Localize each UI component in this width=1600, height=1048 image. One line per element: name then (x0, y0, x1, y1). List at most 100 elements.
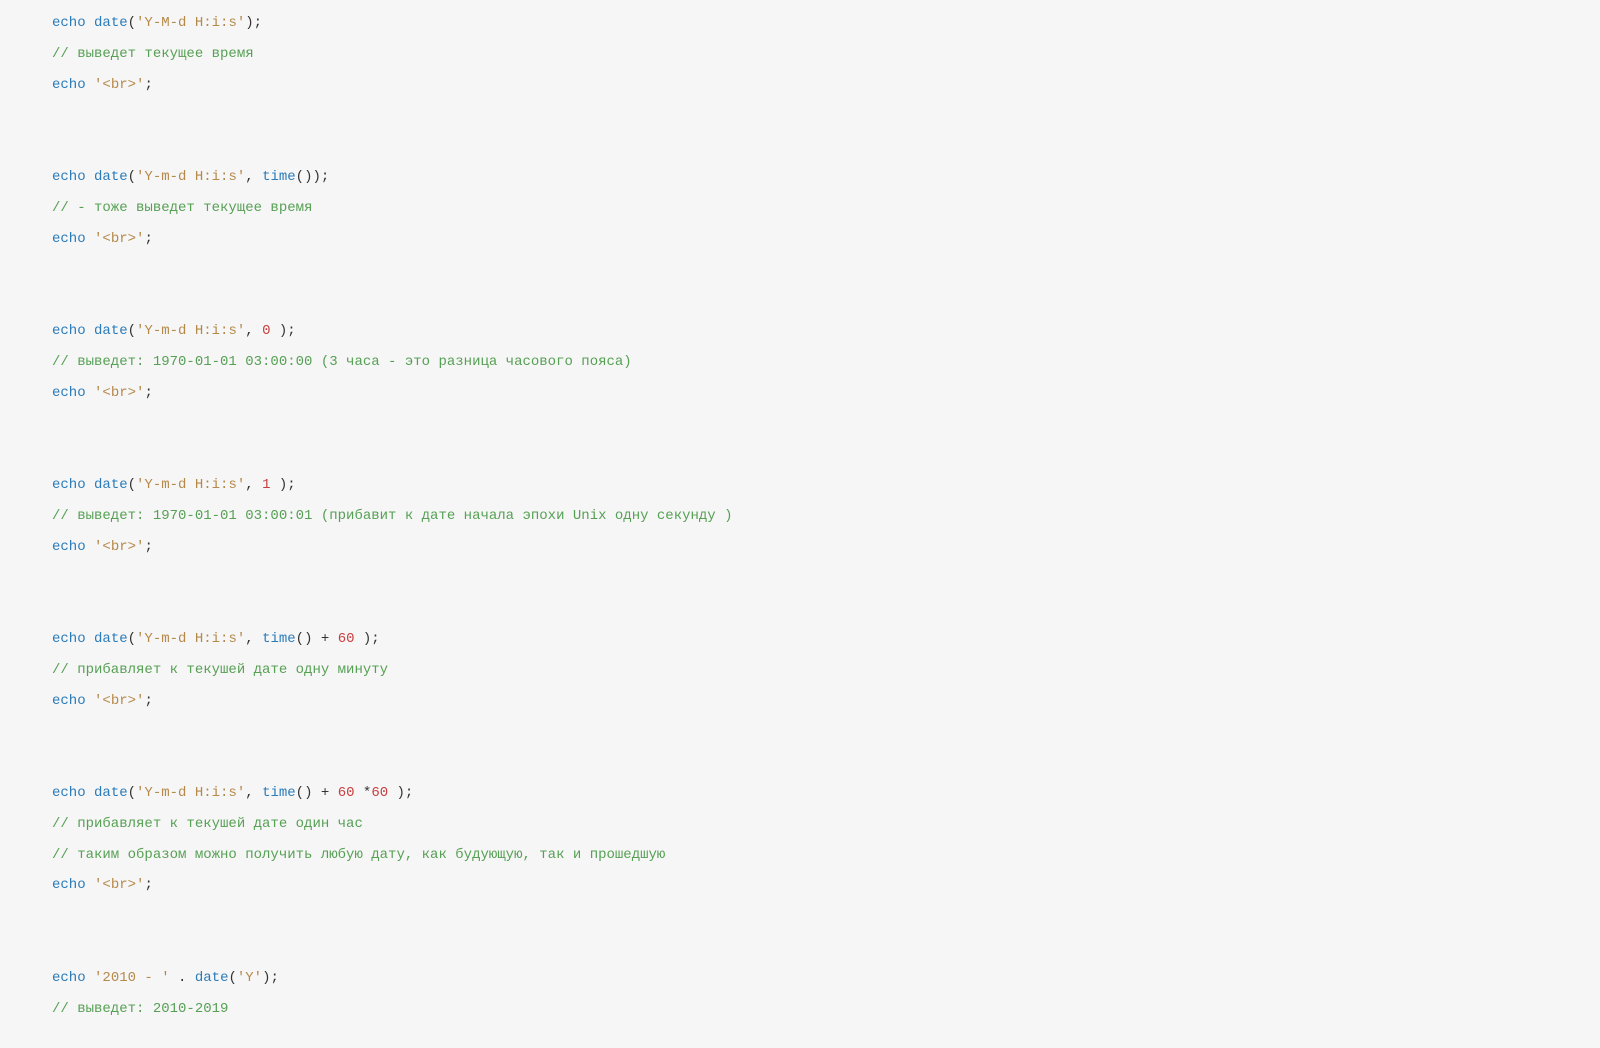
code-token: '<br>' (94, 693, 144, 709)
code-line (52, 254, 1584, 285)
code-token: , (245, 323, 262, 339)
code-token: ( (128, 323, 136, 339)
code-token: time (262, 785, 296, 801)
code-token: '<br>' (94, 231, 144, 247)
code-token (86, 477, 94, 493)
code-token (86, 15, 94, 31)
code-token: , (245, 169, 262, 185)
code-token: echo (52, 77, 86, 93)
code-token (86, 693, 94, 709)
code-line (52, 285, 1584, 316)
code-token: '<br>' (94, 77, 144, 93)
code-token: // выведет: 1970-01-01 03:00:00 (3 часа … (52, 354, 632, 370)
code-token: ; (144, 539, 152, 555)
code-token: ); (355, 631, 380, 647)
code-token (86, 539, 94, 555)
code-token: echo (52, 477, 86, 493)
code-line: // выведет текущее время (52, 39, 1584, 70)
code-token: // выведет текущее время (52, 46, 254, 62)
code-line: echo date('Y-m-d H:i:s', 0 ); (52, 316, 1584, 347)
code-token: ; (144, 77, 152, 93)
code-token (86, 877, 94, 893)
code-token: date (94, 785, 128, 801)
code-line: // выведет: 1970-01-01 03:00:01 (прибави… (52, 501, 1584, 532)
code-token: 'Y-m-d H:i:s' (136, 169, 245, 185)
code-token: 60 (338, 785, 355, 801)
code-line: echo date('Y-m-d H:i:s', time() + 60 ); (52, 624, 1584, 655)
code-line: echo '<br>'; (52, 224, 1584, 255)
code-line: echo '<br>'; (52, 686, 1584, 717)
code-token: ( (128, 169, 136, 185)
code-token: // выведет: 2010-2019 (52, 1001, 228, 1017)
code-line: echo date('Y-m-d H:i:s', time() + 60 *60… (52, 778, 1584, 809)
code-token: date (94, 15, 128, 31)
code-line: echo '2010 - ' . date('Y'); (52, 963, 1584, 994)
code-block: echo date('Y-M-d H:i:s');// выведет теку… (0, 0, 1600, 1048)
code-token: , (245, 631, 262, 647)
code-token: () + (296, 785, 338, 801)
code-token: 'Y-m-d H:i:s' (136, 477, 245, 493)
code-line: // выведет: 2010-2019 (52, 994, 1584, 1025)
code-line (52, 439, 1584, 470)
code-token: echo (52, 785, 86, 801)
code-token: , (245, 785, 262, 801)
code-token: date (94, 631, 128, 647)
code-token: date (94, 323, 128, 339)
code-token: () + (296, 631, 338, 647)
code-token (86, 231, 94, 247)
code-token: echo (52, 693, 86, 709)
code-token: 'Y-m-d H:i:s' (136, 785, 245, 801)
code-token: echo (52, 323, 86, 339)
code-token: ; (144, 385, 152, 401)
code-token: echo (52, 15, 86, 31)
code-token (86, 77, 94, 93)
code-token: echo (52, 231, 86, 247)
code-line: echo '<br>'; (52, 378, 1584, 409)
code-token (86, 169, 94, 185)
code-token: time (262, 169, 296, 185)
code-token: ( (128, 631, 136, 647)
code-line: // прибавляет к текушей дате одну минуту (52, 655, 1584, 686)
code-token (86, 323, 94, 339)
code-token: '<br>' (94, 539, 144, 555)
code-token: echo (52, 631, 86, 647)
code-line: echo '<br>'; (52, 870, 1584, 901)
code-token: ( (128, 785, 136, 801)
code-token: time (262, 631, 296, 647)
code-token: echo (52, 385, 86, 401)
code-token: // прибавляет к текушей дате одну минуту (52, 662, 388, 678)
code-token: date (94, 169, 128, 185)
code-token: ( (128, 477, 136, 493)
code-token: 'Y-m-d H:i:s' (136, 323, 245, 339)
code-line: // таким образом можно получить любую да… (52, 840, 1584, 871)
code-token (86, 631, 94, 647)
code-token: // выведет: 1970-01-01 03:00:01 (прибави… (52, 508, 733, 524)
code-token: ; (144, 693, 152, 709)
code-token: echo (52, 539, 86, 555)
code-token: ); (245, 15, 262, 31)
code-token: echo (52, 877, 86, 893)
code-line (52, 901, 1584, 932)
code-token: // таким образом можно получить любую да… (52, 847, 665, 863)
code-line: echo '<br>'; (52, 532, 1584, 563)
code-line: echo '<br>'; (52, 70, 1584, 101)
code-token: 'Y-M-d H:i:s' (136, 15, 245, 31)
code-token: '<br>' (94, 385, 144, 401)
code-line: // прибавляет к текушей дате один час (52, 809, 1584, 840)
code-line (52, 562, 1584, 593)
code-token (86, 385, 94, 401)
code-token: ; (144, 877, 152, 893)
code-line: echo date('Y-m-d H:i:s', time()); (52, 162, 1584, 193)
code-line (52, 593, 1584, 624)
code-line: echo date('Y-M-d H:i:s'); (52, 8, 1584, 39)
code-line (52, 716, 1584, 747)
code-token: 'Y-m-d H:i:s' (136, 631, 245, 647)
code-token: // прибавляет к текушей дате один час (52, 816, 363, 832)
code-token: date (94, 477, 128, 493)
code-line: // - тоже выведет текущее время (52, 193, 1584, 224)
code-token: ); (270, 477, 295, 493)
code-line (52, 932, 1584, 963)
code-token: echo (52, 169, 86, 185)
code-token: ); (270, 323, 295, 339)
code-token: ()); (296, 169, 330, 185)
